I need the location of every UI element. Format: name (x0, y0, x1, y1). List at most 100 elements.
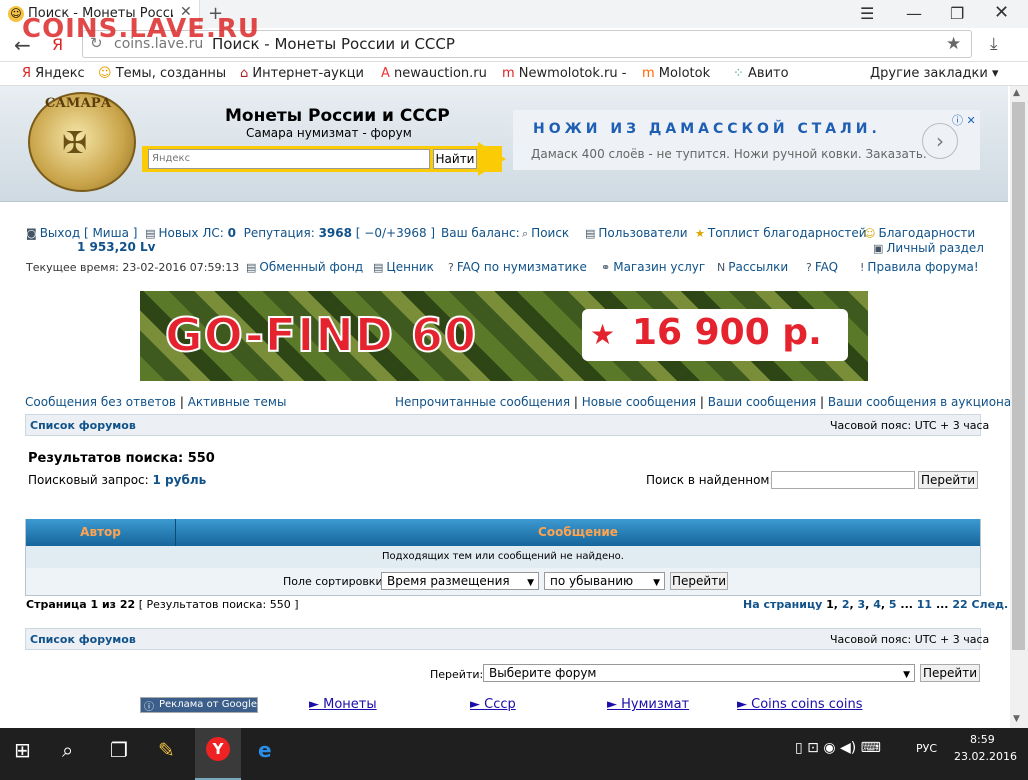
query-label: Поисковый запрос: (28, 473, 149, 487)
nav-label: Рассылки (728, 260, 789, 274)
mailings-icon: N (717, 261, 726, 274)
nav-thanks[interactable]: ☺ Благодарности (864, 226, 975, 240)
link-your-auction-posts[interactable]: Ваши сообщения в аукционах (828, 395, 1018, 409)
link-active-topics[interactable]: Активные темы (188, 395, 287, 409)
yandex-browser-icon: Y (206, 737, 230, 761)
yandex-icon: Я (22, 66, 36, 81)
restore-icon[interactable]: ❐ (950, 4, 964, 23)
bookmark-label: Темы, созданны (115, 66, 227, 81)
jump-forum-select[interactable]: Выберите форум (483, 664, 915, 683)
link-your-posts[interactable]: Ваши сообщения (708, 395, 816, 409)
new-pm-link[interactable]: Новых ЛС: (158, 226, 223, 240)
new-pm-count: 0 (227, 226, 236, 240)
rep-detail: [ −0/+3968 ] (355, 226, 436, 240)
ad-info-icon[interactable]: ⓘ ✕ (952, 112, 976, 128)
ad-link-coins-coins[interactable]: ► Coins coins coins (737, 697, 863, 712)
nav-search[interactable]: ⌕ Поиск (522, 226, 569, 241)
search-icon[interactable]: ⌕ (62, 738, 73, 762)
empty-message: Подходящих тем или сообщений не найдено. (26, 546, 980, 568)
sort-order-select[interactable]: по убыванию (544, 572, 665, 591)
logout-link[interactable]: Выход [ Миша ] (40, 226, 138, 240)
yandex-search-input[interactable]: Яндекс (148, 149, 430, 169)
to-page-label: На страницу (743, 598, 823, 611)
nav-label: Магазин услуг (613, 260, 706, 274)
bookmark-newauction[interactable]: A newauction.ru (381, 66, 487, 81)
nav-mailings[interactable]: N Рассылки (717, 260, 788, 274)
banner-price: 16 900 р. (632, 312, 822, 353)
exchange-icon: ▤ (246, 261, 257, 274)
yandex-search-button[interactable]: Найти (433, 149, 477, 169)
nav-shop[interactable]: ⚭ Магазин услуг (601, 260, 705, 274)
ad-next-icon[interactable]: › (922, 123, 958, 159)
tray-time[interactable]: 8:59 (970, 733, 995, 746)
edge-icon[interactable]: e (258, 738, 272, 762)
nav-label: Личный раздел (886, 241, 984, 255)
page-info: Страница 1 из 22 [ Результатов поиска: 5… (26, 598, 299, 611)
next-page-link[interactable]: След. (971, 598, 1008, 611)
bookmark-star-icon[interactable]: ★ (946, 34, 961, 54)
page-link[interactable]: 4 (873, 598, 881, 611)
jump-label: Перейти: (430, 668, 484, 681)
scroll-down-icon[interactable]: ▼ (1013, 714, 1020, 724)
nav-toplist[interactable]: ★ Топлист благодарностей (695, 226, 867, 240)
ad-headline[interactable]: НОЖИ ИЗ ДАМАССКОЙ СТАЛИ. (533, 121, 881, 137)
bookmark-avito[interactable]: ⁘ Авито (733, 66, 789, 81)
search-in-input[interactable] (771, 471, 915, 489)
search-icon: ⌕ (522, 227, 529, 240)
nav-personal[interactable]: ▣ Личный раздел (873, 241, 984, 255)
bookmark-auction[interactable]: ⌂ Интернет-аукци (240, 66, 364, 81)
link-unread[interactable]: Непрочитанные сообщения (395, 395, 570, 409)
minimize-icon[interactable]: — (906, 4, 922, 23)
bookmark-yandex[interactable]: Я Яндекс (22, 66, 85, 81)
separator: | (820, 395, 825, 409)
forum-list-link[interactable]: Список форумов (30, 633, 136, 646)
nav-prices[interactable]: ▤ Ценник (373, 260, 434, 274)
nav-faq-numismatics[interactable]: ? FAQ по нумизматике (448, 260, 587, 274)
top-ad[interactable] (513, 110, 980, 170)
search-in-go-button[interactable]: Перейти (918, 471, 978, 489)
pagination: На страницу 1, 2, 3, 4, 5 ... 11 ... 22 … (743, 598, 1009, 611)
ad-link-coins[interactable]: ► Монеты (309, 697, 377, 712)
molotok-icon: m (502, 66, 519, 81)
link-unanswered[interactable]: Сообщения без ответов (25, 395, 176, 409)
tray-language[interactable]: РУС (916, 742, 937, 755)
faq-icon: ? (806, 261, 812, 274)
nav-faq[interactable]: ? FAQ (806, 260, 838, 274)
tray-date[interactable]: 23.02.2016 (954, 750, 1017, 763)
paint-icon[interactable]: ✎ (158, 738, 175, 762)
tray-icons[interactable]: ▯ ⊡ ◉ ◀) ⌨ (795, 740, 881, 756)
sort-go-button[interactable]: Перейти (670, 572, 728, 590)
ad-link-ussr[interactable]: ► Ссср (470, 697, 516, 712)
google-ads-label[interactable]: Реклама от Google (140, 697, 258, 713)
count-info: [ Результатов поиска: 550 ] (138, 598, 299, 611)
page-link[interactable]: 5 (889, 598, 897, 611)
link-new-posts[interactable]: Новые сообщения (582, 395, 696, 409)
nav-exchange[interactable]: ▤ Обменный фонд (246, 260, 363, 274)
bookmark-topics[interactable]: ☺ Темы, созданны (98, 66, 226, 81)
col-author: Автор (26, 519, 176, 546)
jump-go-button[interactable]: Перейти (920, 664, 980, 682)
close-window-icon[interactable]: ✕ (994, 2, 1009, 23)
nav-users[interactable]: ▤ Пользователи (585, 226, 688, 240)
site-title: Монеты России и СССР (225, 106, 450, 126)
ad-link-numismat[interactable]: ► Нумизмат (607, 697, 689, 712)
avito-icon: ⁘ (733, 66, 749, 81)
scrollbar-thumb[interactable] (1012, 102, 1025, 650)
windows-start-icon[interactable]: ⊞ (14, 738, 31, 762)
bookmark-newmolotok[interactable]: m Newmolotok.ru - (502, 66, 626, 81)
forum-list-link[interactable]: Список форумов (30, 419, 136, 432)
nav-label: Пользователи (598, 226, 688, 240)
scroll-up-icon[interactable]: ▲ (1013, 88, 1020, 98)
page-link[interactable]: 11 (917, 598, 932, 611)
current-time: Текущее время: 23-02-2016 07:59:13 (26, 261, 240, 274)
page-link[interactable]: 22 (952, 598, 967, 611)
other-bookmarks[interactable]: Другие закладки ▾ (870, 66, 998, 81)
query-value[interactable]: 1 рубль (153, 473, 207, 487)
download-icon[interactable]: ⤓ (990, 34, 998, 54)
task-view-icon[interactable]: ❐ (110, 738, 128, 762)
bookmark-molotok[interactable]: m Molotok (642, 66, 710, 81)
sort-field-select[interactable]: Время размещения (381, 572, 539, 591)
menu-icon[interactable]: ☰ (860, 4, 874, 23)
nav-rules[interactable]: ! Правила форума! (860, 260, 979, 274)
rep-value[interactable]: 3968 (319, 226, 352, 240)
